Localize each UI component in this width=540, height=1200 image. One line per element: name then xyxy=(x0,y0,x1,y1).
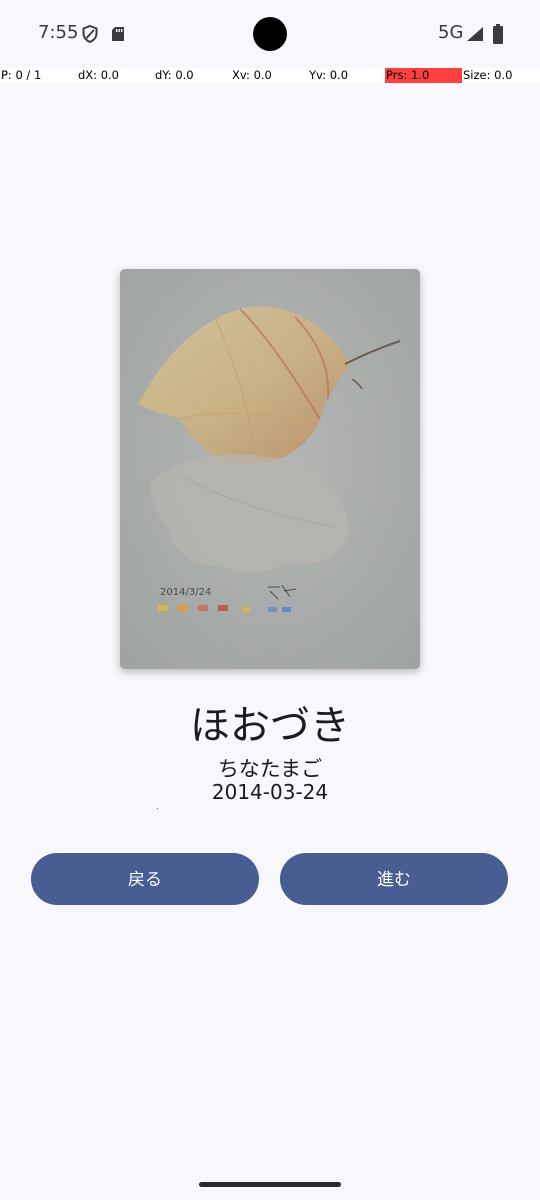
home-indicator[interactable] xyxy=(199,1182,341,1187)
delta-y: dY: 0.0 xyxy=(155,68,194,82)
artwork-date: 2014-03-24 xyxy=(211,780,329,804)
signal-icon xyxy=(467,27,483,41)
back-button[interactable]: 戻る xyxy=(31,853,259,905)
pointer-location-overlay: P: 0 / 1 dX: 0.0 dY: 0.0 Xv: 0.0 Yv: 0.0… xyxy=(0,68,540,83)
stray-dot xyxy=(157,808,158,809)
status-time: 7:55 xyxy=(38,22,79,43)
artwork-artist: ちなたまご xyxy=(217,757,323,781)
camera-cutout xyxy=(253,17,287,51)
pointer-count: P: 0 / 1 xyxy=(1,68,42,82)
touch-size: Size: 0.0 xyxy=(463,68,513,82)
shield-icon xyxy=(82,25,98,43)
delta-x: dX: 0.0 xyxy=(78,68,119,82)
artwork-image: 2014/3/24 xyxy=(120,269,420,669)
velocity-x: Xv: 0.0 xyxy=(232,68,272,82)
battery-icon xyxy=(493,24,503,44)
status-bar: 7:55 5G xyxy=(0,0,540,68)
pressure: Prs: 1.0 xyxy=(386,68,430,82)
next-button[interactable]: 進む xyxy=(280,853,508,905)
artwork-signature: 2014/3/24 xyxy=(160,587,211,598)
velocity-y: Yv: 0.0 xyxy=(309,68,349,82)
network-type: 5G xyxy=(438,22,464,43)
artwork-title: ほおづき xyxy=(190,703,350,749)
sd-card-icon xyxy=(112,27,124,41)
